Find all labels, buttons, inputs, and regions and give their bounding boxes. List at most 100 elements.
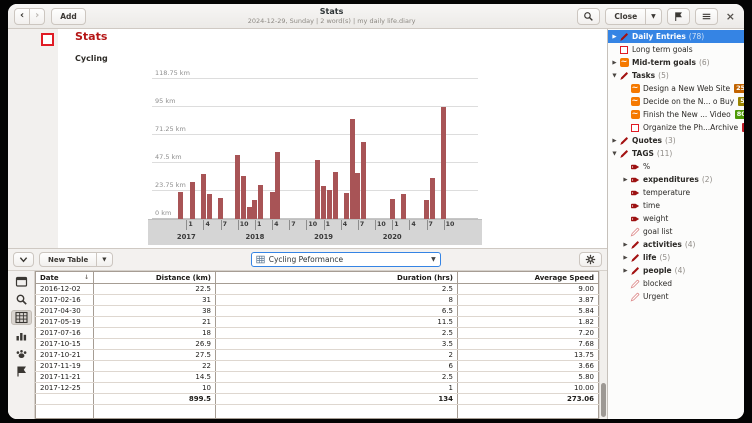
expander-icon[interactable]: ▶ — [610, 138, 619, 144]
table-cell[interactable]: 1.82 — [458, 317, 599, 328]
menu-button[interactable] — [695, 8, 718, 25]
table-cell[interactable]: 2.5 — [216, 372, 458, 383]
table-cell[interactable]: 7.68 — [458, 339, 599, 350]
table-cell[interactable]: 2017-12-25 — [36, 383, 94, 394]
tree-item-tags[interactable]: ▼TAGS(11) — [608, 147, 744, 160]
table-cell[interactable]: 38 — [94, 306, 216, 317]
tree-item-activities[interactable]: ▶activities(4) — [608, 238, 744, 251]
search-view-button[interactable] — [11, 292, 32, 307]
tree-item-life[interactable]: ▶life(5) — [608, 251, 744, 264]
table-cell[interactable]: 899.5 — [94, 394, 216, 405]
table-cell[interactable]: 2017-11-21 — [36, 372, 94, 383]
expander-icon[interactable]: ▶ — [621, 242, 630, 248]
column-header[interactable]: Average Speed — [458, 272, 599, 284]
tree-item-finish-the-new-video[interactable]: ~Finish the New ... Video80,0% — [608, 108, 744, 121]
tree-item-mid-term-goals[interactable]: ▶~Mid-term goals(6) — [608, 56, 744, 69]
close-dropdown-button[interactable]: ▼ — [645, 8, 662, 25]
expander-icon[interactable]: ▶ — [610, 60, 619, 66]
table-cell[interactable]: 2017-02-16 — [36, 295, 94, 306]
tree-item-urgent[interactable]: Urgent — [608, 290, 744, 303]
table-cell[interactable]: 26.9 — [94, 339, 216, 350]
column-header[interactable]: Date↓ — [36, 272, 94, 284]
flag-view-button[interactable] — [11, 364, 32, 379]
table-cell[interactable]: 2017-11-19 — [36, 361, 94, 372]
tree-item-daily-entries[interactable]: ▶Daily Entries(78) — [608, 30, 744, 43]
tree-item-expenditures[interactable]: ▶expenditures(2) — [608, 173, 744, 186]
table-cell[interactable]: 31 — [94, 295, 216, 306]
tree-item-design-a-new-web-site[interactable]: ~Design a New Web Site25,0% — [608, 82, 744, 95]
window-close-button[interactable]: × — [723, 10, 738, 23]
table-cell[interactable]: 2017-07-16 — [36, 328, 94, 339]
expander-icon[interactable]: ▶ — [610, 34, 619, 40]
table-cell[interactable]: 2.5 — [216, 328, 458, 339]
tree-item-weight[interactable]: weight — [608, 212, 744, 225]
table-cell[interactable]: 2.5 — [216, 284, 458, 295]
table-cell[interactable]: 1 — [216, 383, 458, 394]
back-button[interactable]: ‹ — [14, 8, 30, 25]
table-cell[interactable]: 5.84 — [458, 306, 599, 317]
table-cell[interactable] — [36, 394, 94, 405]
table-cell[interactable]: 5.80 — [458, 372, 599, 383]
expander-icon[interactable]: ▼ — [610, 73, 619, 79]
table-scrollbar[interactable] — [599, 271, 607, 419]
calendar-view-button[interactable] — [11, 274, 32, 289]
table-cell[interactable]: 10 — [94, 383, 216, 394]
table-cell[interactable]: 134 — [216, 394, 458, 405]
tree-item-[interactable]: % — [608, 160, 744, 173]
table-cell[interactable]: 14.5 — [94, 372, 216, 383]
column-header[interactable]: Distance (km) — [94, 272, 216, 284]
table-cell[interactable]: 3.66 — [458, 361, 599, 372]
close-entry-button[interactable]: Close — [605, 8, 646, 25]
expander-icon[interactable]: ▼ — [610, 151, 619, 157]
table-cell[interactable]: 9.00 — [458, 284, 599, 295]
bookmark-button[interactable] — [667, 8, 690, 25]
tree-item-temperature[interactable]: temperature — [608, 186, 744, 199]
table-cell[interactable]: 7.20 — [458, 328, 599, 339]
forward-button[interactable]: › — [29, 8, 45, 25]
new-table-dropdown-button[interactable]: ▼ — [96, 252, 112, 267]
tree-item-people[interactable]: ▶people(4) — [608, 264, 744, 277]
table-cell[interactable]: 21 — [94, 317, 216, 328]
table-cell[interactable]: 2017-05-19 — [36, 317, 94, 328]
table-view-button[interactable] — [11, 310, 32, 325]
tree-item-organize-the-ph-archive[interactable]: Organize the Ph...Archive0,0% — [608, 121, 744, 134]
table-cell[interactable]: 3.87 — [458, 295, 599, 306]
paw-view-button[interactable] — [11, 346, 32, 361]
column-header[interactable]: Duration (hrs) — [216, 272, 458, 284]
table-cell[interactable]: 2017-04-30 — [36, 306, 94, 317]
table-cell[interactable]: 18 — [94, 328, 216, 339]
scrollbar-thumb[interactable] — [601, 383, 606, 417]
table-cell[interactable]: 2017-10-15 — [36, 339, 94, 350]
table-cell[interactable]: 2017-10-21 — [36, 350, 94, 361]
todo-checkbox[interactable] — [41, 33, 54, 46]
table-cell[interactable]: 10.00 — [458, 383, 599, 394]
table-cell[interactable]: 6.5 — [216, 306, 458, 317]
chart-view-button[interactable] — [11, 328, 32, 343]
table-cell[interactable]: 2016-12-02 — [36, 284, 94, 295]
new-table-button[interactable]: New Table — [39, 252, 97, 267]
table-cell[interactable]: 3.5 — [216, 339, 458, 350]
expander-icon[interactable]: ▶ — [621, 268, 630, 274]
expander-icon[interactable]: ▶ — [621, 177, 630, 183]
table-cell[interactable]: 22.5 — [94, 284, 216, 295]
tree-item-tasks[interactable]: ▼Tasks(5) — [608, 69, 744, 82]
add-button[interactable]: Add — [51, 8, 86, 25]
tree-item-long-term-goals[interactable]: Long term goals — [608, 43, 744, 56]
tree-item-time[interactable]: time — [608, 199, 744, 212]
tree-item-goal-list[interactable]: goal list — [608, 225, 744, 238]
table-settings-button[interactable] — [579, 252, 602, 267]
table-cell[interactable]: 13.75 — [458, 350, 599, 361]
table-cell[interactable]: 8 — [216, 295, 458, 306]
table-cell[interactable]: 6 — [216, 361, 458, 372]
tree-item-quotes[interactable]: ▶Quotes(3) — [608, 134, 744, 147]
table-selector-combo[interactable]: Cycling Peformance ▼ — [251, 252, 441, 267]
search-button[interactable] — [577, 8, 600, 25]
tree-item-decide-on-the-n-o-buy[interactable]: ~Decide on the N... o Buy50,0% — [608, 95, 744, 108]
expander-icon[interactable]: ▶ — [621, 255, 630, 261]
tree-item-blocked[interactable]: blocked — [608, 277, 744, 290]
journal-editor[interactable]: Stats Cycling 0 km23.75 km47.5 km71.25 k… — [8, 29, 607, 248]
collapse-panel-button[interactable] — [13, 252, 34, 267]
table-cell[interactable]: 273.06 — [458, 394, 599, 405]
table-cell[interactable]: 2 — [216, 350, 458, 361]
table-cell[interactable]: 22 — [94, 361, 216, 372]
